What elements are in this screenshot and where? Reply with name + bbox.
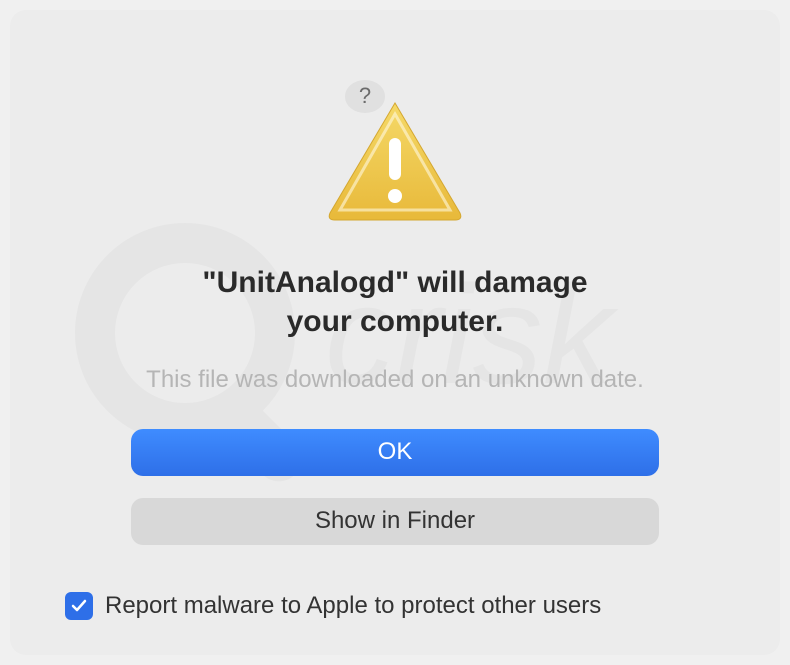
ok-button-label: OK <box>378 438 413 466</box>
report-checkbox[interactable] <box>65 592 93 620</box>
checkmark-icon <box>70 597 88 615</box>
show-in-finder-label: Show in Finder <box>315 507 475 535</box>
alert-subtitle: This file was downloaded on an unknown d… <box>146 366 644 394</box>
title-line-1: "UnitAnalogd" will damage <box>202 266 587 299</box>
report-checkbox-label: Report malware to Apple to protect other… <box>105 592 601 620</box>
report-checkbox-row: Report malware to Apple to protect other… <box>55 592 601 620</box>
ok-button[interactable]: OK <box>131 429 659 476</box>
alert-dialog: crisk ? "UnitAnalogd" will damage your c… <box>10 10 780 655</box>
warning-icon <box>325 98 465 228</box>
alert-title: "UnitAnalogd" will damage your computer. <box>202 263 587 341</box>
title-line-2: your computer. <box>287 305 504 338</box>
show-in-finder-button[interactable]: Show in Finder <box>131 498 659 545</box>
